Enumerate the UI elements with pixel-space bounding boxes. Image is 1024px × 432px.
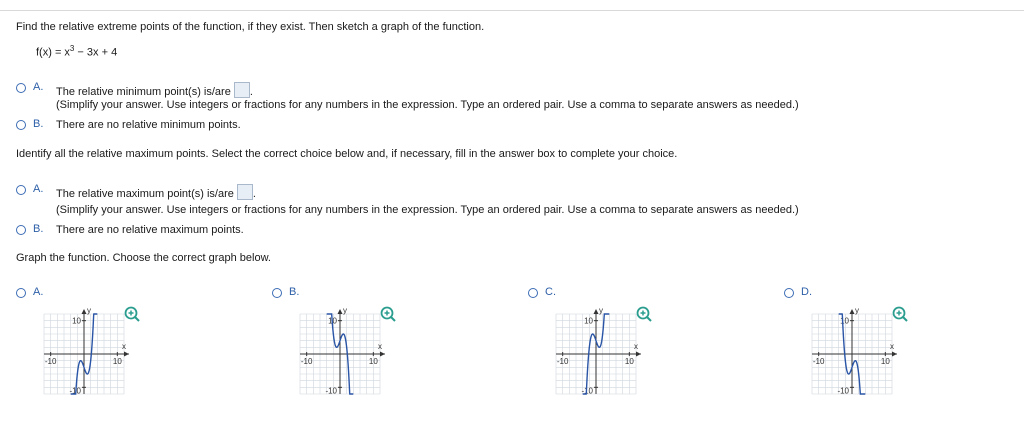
zoom-in-icon[interactable]: [892, 306, 908, 322]
y-axis-label: y: [87, 306, 91, 315]
x-tick-label-right: 10: [369, 357, 378, 366]
graph-b-letter: B.: [289, 286, 300, 298]
option-max-b-text: There are no relative maximum points.: [56, 224, 244, 236]
function-base: f(x) = x: [36, 46, 70, 59]
y-tick-label-bottom: -10: [837, 386, 849, 395]
y-tick-label-bottom: -10: [325, 386, 337, 395]
x-axis-label: x: [634, 342, 638, 351]
x-axis-label: x: [378, 342, 382, 351]
option-max-b-letter: B.: [33, 223, 44, 235]
graph-prompt: Graph the function. Choose the correct g…: [16, 252, 271, 264]
radio-graph-d[interactable]: [784, 288, 794, 298]
function-expression: f(x) = x3 − 3x + 4: [36, 44, 117, 59]
radio-max-a[interactable]: [16, 185, 26, 195]
option-min-b-text: There are no relative minimum points.: [56, 119, 241, 131]
y-tick-label-top: 10: [72, 317, 81, 326]
min-answer-box[interactable]: [233, 82, 250, 98]
instruction-text: Find the relative extreme points of the …: [16, 21, 485, 33]
zoom-in-icon[interactable]: [636, 306, 652, 322]
x-axis-arrow: [380, 351, 385, 357]
y-axis-label: y: [343, 306, 347, 315]
graph-a-letter: A.: [33, 286, 44, 298]
radio-max-b[interactable]: [16, 225, 26, 235]
x-tick-label-right: 10: [113, 357, 122, 366]
x-tick-label-left: -10: [813, 357, 825, 366]
radio-graph-a[interactable]: [16, 288, 26, 298]
y-axis-arrow: [81, 309, 87, 314]
top-divider: [0, 10, 1024, 11]
x-axis-label: x: [890, 342, 894, 351]
option-max-a-text: The relative maximum point(s) is/are.: [56, 184, 256, 200]
x-tick-label-left: -10: [557, 357, 569, 366]
max-answer-period: .: [252, 188, 256, 200]
x-axis-arrow: [124, 351, 129, 357]
option-max-a-letter: A.: [33, 183, 44, 195]
radio-min-a[interactable]: [16, 83, 26, 93]
option-min-a-letter: A.: [33, 81, 44, 93]
zoom-in-icon[interactable]: [380, 306, 396, 322]
max-prompt: Identify all the relative maximum points…: [16, 148, 678, 160]
x-tick-label-left: -10: [301, 357, 313, 366]
graph-d[interactable]: 10-10-10 10xy: [804, 306, 900, 412]
option-min-b-letter: B.: [33, 118, 44, 130]
radio-graph-b[interactable]: [272, 288, 282, 298]
x-axis-arrow: [636, 351, 641, 357]
option-min-a-text: The relative minimum point(s) is/are.: [56, 82, 253, 98]
graph-d-letter: D.: [801, 286, 812, 298]
x-tick-label-right: 10: [625, 357, 634, 366]
x-tick-label-left: -10: [45, 357, 57, 366]
y-axis-label: y: [599, 306, 603, 315]
graph-c[interactable]: 10-10-10 10xy: [548, 306, 644, 412]
y-axis-arrow: [593, 309, 599, 314]
y-axis-arrow: [849, 309, 855, 314]
y-tick-label-top: 10: [840, 317, 849, 326]
graph-a[interactable]: 10-10-10 10xy: [36, 306, 132, 412]
radio-min-b[interactable]: [16, 120, 26, 130]
option-min-a-label: The relative minimum point(s) is/are: [56, 86, 231, 98]
zoom-in-icon[interactable]: [124, 306, 140, 322]
x-tick-label-right: 10: [881, 357, 890, 366]
x-axis-arrow: [892, 351, 897, 357]
option-max-a-label: The relative maximum point(s) is/are: [56, 188, 234, 200]
radio-graph-c[interactable]: [528, 288, 538, 298]
min-hint: (Simplify your answer. Use integers or f…: [56, 99, 799, 111]
graph-b[interactable]: 10-10-10 10xy: [292, 306, 388, 412]
y-axis-label: y: [855, 306, 859, 315]
graph-c-letter: C.: [545, 286, 556, 298]
x-axis-label: x: [122, 342, 126, 351]
min-answer-period: .: [249, 86, 253, 98]
max-hint: (Simplify your answer. Use integers or f…: [56, 204, 799, 216]
function-tail: − 3x + 4: [74, 46, 118, 59]
y-tick-label-top: 10: [584, 317, 593, 326]
y-axis-arrow: [337, 309, 343, 314]
max-answer-box[interactable]: [236, 184, 253, 200]
